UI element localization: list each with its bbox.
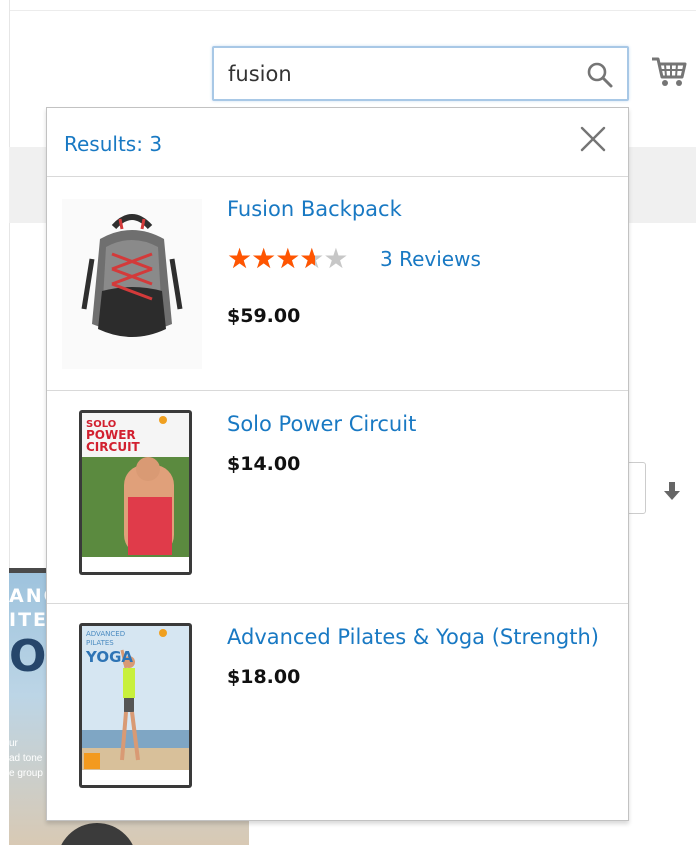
reviews-link[interactable]: 3 Reviews: [380, 247, 481, 271]
backpack-image[interactable]: [62, 199, 202, 369]
cover-text: YOGA: [85, 648, 133, 666]
search-autocomplete-popup: Results: 3 Fusion Backpack ★★★★★ ★★★★★ 3…: [46, 107, 629, 821]
dvd-cover-image[interactable]: ADVANCED PILATES YOGA: [62, 620, 202, 790]
rating-stars: ★★★★★ ★★★★★: [227, 245, 374, 273]
sort-direction-icon[interactable]: [662, 480, 682, 502]
background-person-shape: [57, 823, 137, 845]
results-header: Results: 3: [47, 108, 628, 177]
page-divider: [9, 10, 696, 11]
close-icon[interactable]: [579, 125, 607, 153]
search-input[interactable]: [228, 60, 568, 88]
result-item[interactable]: SOLO POWER CIRCUIT Solo Power Circuit $1…: [47, 391, 628, 604]
results-count: Results: 3: [64, 132, 163, 156]
product-price: $59.00: [227, 305, 301, 327]
background-cover-text: ad tone: [9, 753, 43, 764]
star-icon: ★★★★★: [227, 246, 316, 272]
background-cover-text: ur: [9, 738, 18, 749]
search-icon[interactable]: [586, 61, 614, 89]
product-price: $14.00: [227, 453, 301, 475]
product-name-link[interactable]: Solo Power Circuit: [227, 412, 416, 436]
cover-text: PILATES: [86, 639, 114, 647]
product-price: $18.00: [227, 666, 301, 688]
cover-text: CIRCUIT: [86, 440, 141, 454]
product-rating: ★★★★★ ★★★★★ 3 Reviews: [227, 244, 481, 274]
result-item[interactable]: ADVANCED PILATES YOGA Advanced Pilates &…: [47, 604, 628, 820]
cover-text: ADVANCED: [86, 630, 125, 638]
cart-icon[interactable]: [651, 55, 687, 89]
background-cover-text: e group: [9, 768, 43, 779]
product-name-link[interactable]: Advanced Pilates & Yoga (Strength): [227, 625, 599, 649]
dvd-cover-image[interactable]: SOLO POWER CIRCUIT: [62, 407, 202, 577]
result-item[interactable]: Fusion Backpack ★★★★★ ★★★★★ 3 Reviews $5…: [47, 177, 628, 391]
product-name-link[interactable]: Fusion Backpack: [227, 197, 402, 221]
search-box[interactable]: [212, 46, 629, 101]
